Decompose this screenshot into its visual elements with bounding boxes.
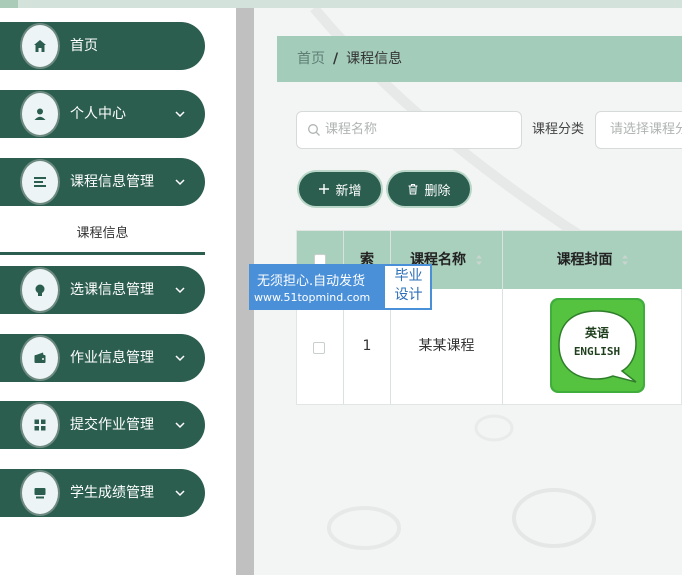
sidebar-item-label: 作业信息管理 [70, 350, 154, 366]
add-button[interactable]: 新增 [299, 172, 381, 206]
monitor-icon [20, 470, 60, 516]
category-select[interactable]: 请选择课程分类 [595, 111, 682, 149]
search-icon [308, 124, 320, 136]
home-icon [20, 23, 60, 69]
search-placeholder: 课程名称 [325, 122, 378, 137]
submenu-item-course-info[interactable]: 课程信息 [0, 215, 205, 255]
sidebar-item-course-selection[interactable]: 选课信息管理 [0, 266, 205, 314]
watermark-side-2: 设计 [394, 287, 423, 303]
delete-button-label: 删除 [424, 183, 451, 199]
add-button-label: 新增 [335, 183, 362, 199]
header-course-cover-label: 课程封面 [556, 252, 613, 268]
delete-button[interactable]: 删除 [388, 172, 470, 206]
watermark-url: www.51topmind.com [254, 291, 371, 304]
sidebar-item-label: 个人中心 [70, 106, 126, 122]
chevron-down-icon [175, 179, 185, 186]
sidebar-item-label: 选课信息管理 [70, 282, 154, 298]
row-checkbox[interactable] [313, 342, 325, 354]
course-table: 索 课程名称 课程封面 1 某某课程 英语 ENGLISH [296, 230, 682, 405]
trash-icon [408, 183, 418, 195]
sort-icon [475, 255, 482, 265]
header-course-cover[interactable]: 课程封面 [503, 231, 682, 289]
watermark-overlay: 无须担心.自动发货 www.51topmind.com 毕业 设计 [249, 264, 432, 310]
sidebar-item-label: 提交作业管理 [70, 417, 154, 433]
sidebar-item-label: 学生成绩管理 [70, 485, 154, 501]
watermark-left-panel: 无须担心.自动发货 www.51topmind.com [251, 266, 385, 308]
search-input[interactable]: 课程名称 [296, 111, 522, 149]
sidebar-item-personal-center[interactable]: 个人中心 [0, 90, 205, 138]
chevron-down-icon [175, 422, 185, 429]
chevron-down-icon [175, 111, 185, 118]
user-icon [20, 91, 60, 137]
watermark-right-panel: 毕业 设计 [387, 267, 430, 305]
watermark-title: 无须担心.自动发货 [257, 274, 366, 289]
watermark-side-1: 毕业 [394, 268, 423, 284]
sort-icon [622, 255, 629, 265]
wallet-icon [20, 335, 60, 381]
sidebar-item-label: 首页 [70, 38, 98, 54]
cover-text-top: 英语 [585, 325, 609, 340]
sidebar-item-homework-management[interactable]: 作业信息管理 [0, 334, 205, 382]
sidebar-item-label: 课程信息管理 [70, 174, 154, 190]
chevron-down-icon [175, 355, 185, 362]
bulb-icon [20, 267, 60, 313]
sidebar-item-grade-management[interactable]: 学生成绩管理 [0, 469, 205, 517]
sidebar: 首页 个人中心 课程信息管理 课程信息 选课信息管理 作业信息管理 提交作业管理… [0, 8, 236, 575]
chevron-down-icon [175, 490, 185, 497]
breadcrumb-separator: / [333, 51, 339, 67]
plus-icon [319, 184, 330, 194]
top-strip [0, 0, 682, 8]
list-icon [20, 159, 60, 205]
chevron-down-icon [175, 287, 185, 294]
category-filter-label: 课程分类 [532, 122, 585, 137]
breadcrumb: 首页 / 课程信息 [277, 36, 682, 82]
cover-text-bottom: ENGLISH [574, 345, 620, 358]
sidebar-item-submit-homework[interactable]: 提交作业管理 [0, 401, 205, 449]
grid-icon [20, 402, 60, 448]
course-cover-image: 英语 ENGLISH [550, 298, 645, 393]
sidebar-item-home[interactable]: 首页 [0, 22, 205, 70]
breadcrumb-home[interactable]: 首页 [297, 51, 325, 67]
breadcrumb-current: 课程信息 [346, 51, 403, 67]
sidebar-item-course-management[interactable]: 课程信息管理 [0, 158, 205, 206]
